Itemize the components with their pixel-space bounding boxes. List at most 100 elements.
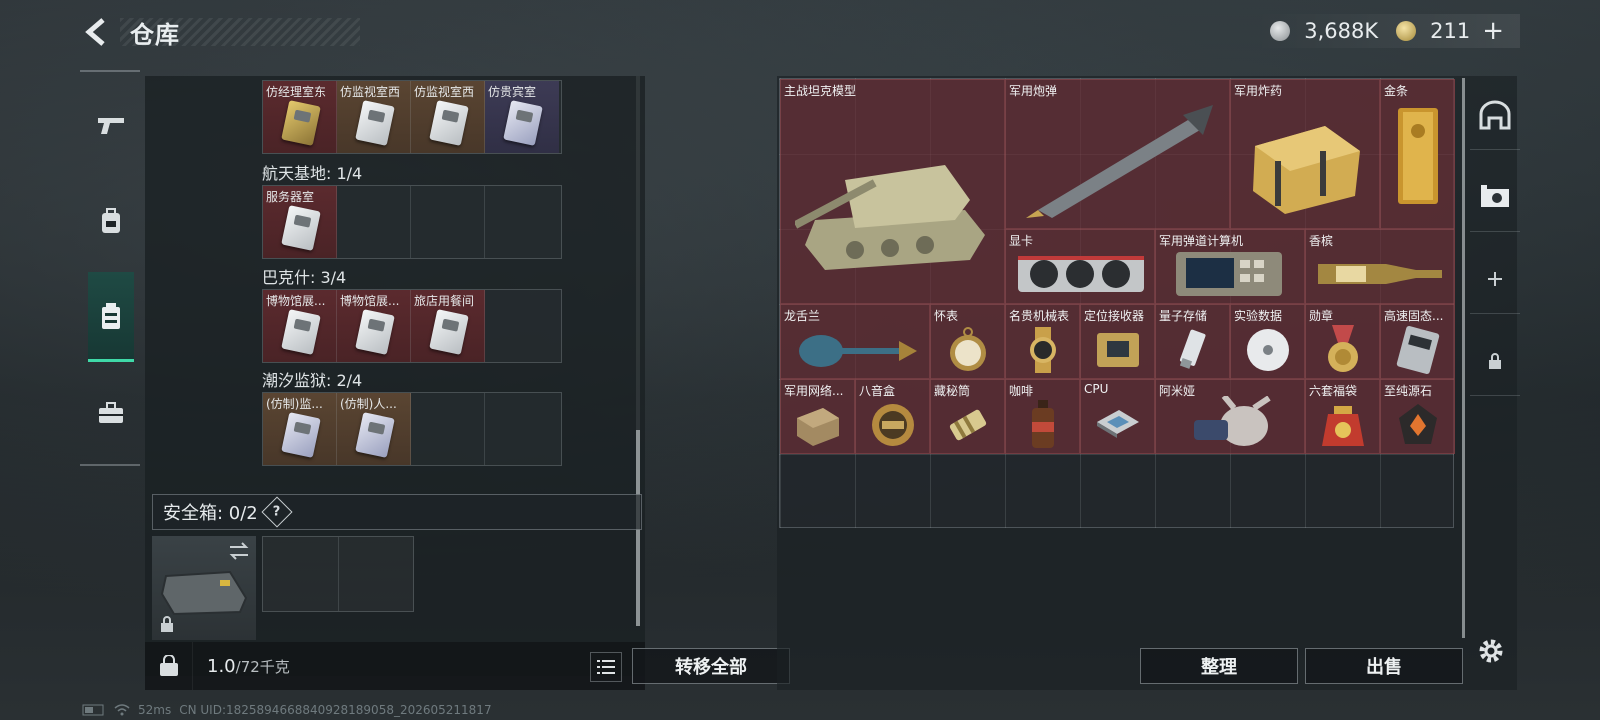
key-row: (仿制)监... (仿制)人... — [262, 392, 562, 466]
safe-case-slot[interactable] — [152, 536, 256, 640]
key-slot[interactable]: 旅店用餐间 — [411, 290, 485, 362]
stash-scrollbar[interactable] — [1462, 78, 1465, 638]
arch-icon — [1479, 100, 1511, 129]
key-slot[interactable]: 仿监视室西 — [337, 81, 411, 153]
empty-slot[interactable] — [485, 186, 559, 258]
weight-icon — [145, 642, 193, 690]
left-category-nav — [80, 70, 140, 466]
cpu-icon — [1097, 410, 1139, 438]
ssd-icon — [1396, 325, 1440, 375]
safe-box-label: 安全箱: 0/2 — [163, 503, 258, 524]
item-ballistic-computer[interactable]: 军用弹道计算机 — [1155, 229, 1305, 304]
item-quantum-storage[interactable]: 量子存储 — [1155, 304, 1230, 379]
item-music-box[interactable]: 八音盒 — [855, 379, 930, 454]
missile-icon — [1026, 105, 1213, 218]
tank-icon — [795, 165, 985, 270]
section-title: 航天基地: 1/4 — [262, 164, 363, 183]
item-experiment-data[interactable]: 实验数据 — [1230, 304, 1305, 379]
add-currency-button[interactable]: + — [1482, 16, 1504, 46]
bottle-icon — [1318, 264, 1442, 284]
title-box: 仓库 — [120, 18, 360, 49]
nav-equipment[interactable] — [88, 176, 134, 266]
key-slot[interactable]: 仿监视室西 — [411, 81, 485, 153]
item-cryptex[interactable]: 藏秘筒 — [930, 379, 1005, 454]
gold-bar-icon — [1398, 108, 1438, 204]
lucky-bag-icon — [1322, 406, 1364, 446]
gold-value: 211 — [1430, 19, 1471, 43]
empty-slot[interactable] — [485, 290, 559, 362]
keycard-icon — [355, 309, 395, 355]
item-lucky-bag[interactable]: 六套福袋 — [1305, 379, 1380, 454]
sell-button[interactable]: 出售 — [1305, 648, 1463, 684]
keycard-icon — [355, 412, 395, 458]
ping-readout: 52ms — [138, 703, 172, 717]
section-title: 潮汐监狱: 2/4 — [262, 371, 363, 390]
nav-storage[interactable] — [88, 272, 134, 362]
key-slot[interactable]: 服务器室 — [263, 186, 337, 258]
item-luxury-watch[interactable]: 名贵机械表 — [1005, 304, 1080, 379]
back-button[interactable] — [80, 15, 114, 49]
keycard-icon — [503, 100, 543, 146]
crate-icon — [1253, 126, 1360, 214]
safe-box-slots[interactable] — [262, 536, 414, 612]
safe-box-header: 安全箱: 0/2 ? — [152, 494, 642, 530]
empty-slot[interactable] — [411, 393, 485, 465]
battery-icon — [82, 704, 104, 716]
item-medal[interactable]: 勋章 — [1305, 304, 1380, 379]
transfer-all-button[interactable]: 转移全部 — [632, 648, 790, 684]
swap-icon[interactable] — [228, 542, 250, 560]
add-tab-button[interactable] — [1470, 244, 1520, 314]
item-locator-receiver[interactable]: 定位接收器 — [1080, 304, 1155, 379]
key-slot[interactable]: 仿贵宾室 — [485, 81, 559, 153]
watch-icon — [1030, 327, 1056, 373]
backpack-icon — [102, 208, 120, 233]
weight-readout: 1.0/72千克 — [207, 655, 290, 677]
item-ssd[interactable]: 高速固态... — [1380, 304, 1455, 379]
nav-stash-all[interactable] — [1470, 80, 1520, 150]
key-slot[interactable]: 博物馆展... — [337, 290, 411, 362]
gear-icon — [1479, 639, 1503, 663]
nav-tools[interactable] — [88, 368, 134, 458]
nav-weapons[interactable] — [88, 80, 134, 170]
item-champagne[interactable]: 香槟 — [1305, 229, 1455, 304]
item-military-network[interactable]: 军用网络... — [780, 379, 855, 454]
item-coffee[interactable]: 咖啡 — [1005, 379, 1080, 454]
sort-button[interactable]: 整理 — [1140, 648, 1298, 684]
nav-valuables[interactable] — [1470, 162, 1520, 232]
chevron-left-icon — [85, 18, 105, 46]
empty-slot[interactable] — [485, 393, 559, 465]
lock-icon — [1489, 352, 1501, 369]
item-artillery-shell[interactable]: 军用炮弹 — [1005, 79, 1230, 229]
disc-icon — [1247, 329, 1289, 371]
item-originium[interactable]: 至纯源石 — [1380, 379, 1455, 454]
item-tank-model[interactable]: 主战坦克模型 — [780, 79, 1005, 304]
item-pocket-watch[interactable]: 怀表 — [930, 304, 1005, 379]
list-view-button[interactable] — [590, 652, 622, 682]
empty-slot[interactable] — [411, 186, 485, 258]
item-cpu[interactable]: CPU — [1080, 379, 1155, 454]
uid-readout: CN UID:1825894668840928189058_2026052118… — [179, 703, 492, 717]
key-slot[interactable]: 博物馆展... — [263, 290, 337, 362]
plus-icon — [1488, 271, 1502, 286]
item-gold-bar[interactable]: 金条 — [1380, 79, 1455, 229]
figure-icon — [1194, 396, 1271, 446]
header: 仓库 — [80, 14, 360, 50]
help-icon[interactable]: ? — [261, 496, 293, 528]
keycard-icon — [429, 309, 469, 355]
section-title: 巴克什: 3/4 — [262, 268, 347, 287]
empty-slot[interactable] — [337, 186, 411, 258]
keycard-icon — [429, 100, 469, 146]
gun-icon — [98, 118, 124, 134]
key-slot[interactable]: 仿经理室东 — [263, 81, 337, 153]
cryptex-icon — [949, 409, 987, 441]
key-slot[interactable]: (仿制)监... — [263, 393, 337, 465]
item-explosives[interactable]: 军用炸药 — [1230, 79, 1380, 229]
item-tequila[interactable]: 龙舌兰 — [780, 304, 930, 379]
container-icon — [102, 302, 120, 329]
key-slot[interactable]: (仿制)人... — [337, 393, 411, 465]
item-amiya[interactable]: 阿米娅 — [1155, 379, 1305, 454]
locked-tab[interactable] — [1470, 326, 1520, 396]
safe-case-icon — [160, 570, 248, 616]
item-graphics-card[interactable]: 显卡 — [1005, 229, 1155, 304]
settings-button[interactable] — [1474, 634, 1508, 668]
